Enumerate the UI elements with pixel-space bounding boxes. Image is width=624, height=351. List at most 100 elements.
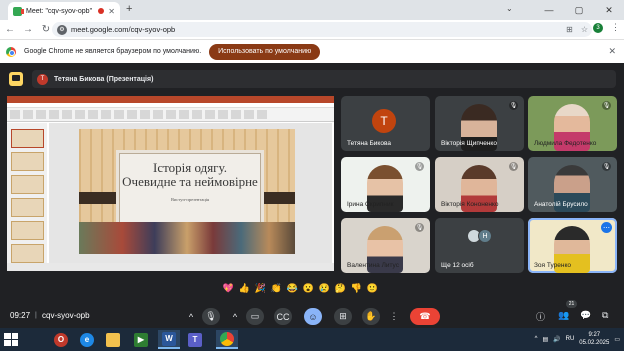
default-browser-infobar: Google Chrome не является браузером по у… <box>0 39 624 63</box>
people-icon[interactable]: 👥 <box>558 310 569 321</box>
more-options-icon[interactable]: ⋮ <box>388 308 400 325</box>
taskbar-word[interactable]: W <box>158 330 180 349</box>
reaction-clap-button[interactable]: 👏 <box>270 282 283 295</box>
infobar-text: Google Chrome не является браузером по у… <box>24 48 202 55</box>
raise-hand-icon[interactable]: ✋ <box>362 308 380 325</box>
more-participants-label: Ще 12 осіб <box>441 262 474 269</box>
participant-tile[interactable]: 🎙 Анатолій Брусило <box>528 157 617 212</box>
slide-canvas: Історія одягу. Очевидне та неймовірне Ви… <box>49 123 332 263</box>
forward-icon[interactable]: → <box>20 22 36 38</box>
audio-options-chevron-icon[interactable]: ^ <box>184 308 198 325</box>
set-default-button[interactable]: Использовать по умолчанию <box>209 43 321 60</box>
bookmark-star-icon[interactable]: ☆ <box>581 25 588 34</box>
reaction-thumbs-up-button[interactable]: 👍 <box>238 282 251 295</box>
participant-tile[interactable]: ⋯ Зоя Туренко <box>528 218 617 273</box>
browser-toolbar: ← → ↻ ⚙ meet.google.com/cqv-syov-opb ⊞ ☆ <box>0 20 624 39</box>
muted-mic-icon: 🎙 <box>509 101 518 110</box>
participant-tile[interactable]: Т Тетяна Бикова <box>341 96 430 151</box>
activities-icon[interactable]: ⧉ <box>602 310 608 321</box>
reaction-heart-button[interactable]: 💖 <box>222 282 235 295</box>
leave-call-button[interactable]: ☎ <box>410 308 440 325</box>
participant-tile[interactable]: 🎙 Вікторія Кононенко <box>435 157 524 212</box>
reaction-party-button[interactable]: 🎉 <box>254 282 267 295</box>
presenter-avatar: Т <box>37 73 48 85</box>
new-tab-button[interactable]: + <box>126 3 132 15</box>
translate-icon[interactable]: ⊞ <box>566 25 573 34</box>
tray-date: 05.02.2025 <box>579 340 610 346</box>
reaction-laugh-button[interactable]: 😂 <box>286 282 299 295</box>
present-now-icon[interactable]: ⊞ <box>334 308 352 325</box>
maximize-button[interactable]: ▢ <box>564 0 594 20</box>
browser-menu-icon[interactable]: ⋮ <box>611 22 620 33</box>
captions-icon[interactable]: CC <box>274 308 292 325</box>
windows-start-icon[interactable] <box>4 333 18 346</box>
notifications-icon[interactable]: ▭ <box>614 336 620 343</box>
people-count-badge: 21 <box>566 300 577 308</box>
url-text: meet.google.com/cqv-syov-opb <box>71 25 176 34</box>
participant-name: Вікторія Кононенко <box>441 201 499 208</box>
shared-screen[interactable]: Історія одягу. Очевидне та неймовірне Ви… <box>7 96 334 271</box>
taskbar-chrome[interactable] <box>216 330 238 349</box>
tray-clock[interactable]: 9:27 05.02.2025 <box>579 331 609 347</box>
reaction-sad-button[interactable]: 😢 <box>318 282 331 295</box>
emoji-reactions-icon[interactable]: ☺ <box>304 308 322 325</box>
address-bar[interactable]: ⚙ meet.google.com/cqv-syov-opb ⊞ ☆ <box>52 22 592 37</box>
reaction-skin-tone-button[interactable]: 🙂 <box>366 282 379 295</box>
slide-thumbnail <box>11 244 44 263</box>
participant-tile[interactable]: 🎙 Людмила Федотенко <box>528 96 617 151</box>
tab-search-icon[interactable]: ⌄ <box>506 4 513 13</box>
back-icon[interactable]: ← <box>2 22 18 38</box>
chat-icon[interactable]: 💬 <box>580 310 591 321</box>
internet-explorer-icon: e <box>80 332 94 347</box>
tab-title: Meet: "cqv-syov-opb" <box>26 7 93 15</box>
language-indicator[interactable]: RU <box>566 336 575 342</box>
taskbar-explorer[interactable] <box>102 330 124 349</box>
slide-thumbnail <box>11 152 44 171</box>
meet-stage: Т Тетяна Бикова (Презентація) Історія од… <box>0 63 624 306</box>
tab-close-icon[interactable]: ✕ <box>108 7 115 16</box>
participant-tile[interactable]: 🎙 Ірина Скрипник <box>341 157 430 212</box>
presentation-icon[interactable] <box>9 72 23 86</box>
tab-meet[interactable]: Meet: "cqv-syov-opb" ✕ <box>8 2 120 20</box>
slide-thumbnail <box>11 198 44 217</box>
muted-mic-icon: 🎙 <box>415 162 424 171</box>
opera-icon: O <box>54 332 68 347</box>
network-icon[interactable]: ▤ <box>542 336 548 343</box>
infobar-close-icon[interactable]: ✕ <box>608 46 616 57</box>
participant-tile[interactable]: Н Ще 12 осіб <box>435 218 524 273</box>
windows-taskbar: O e ▶ W T ^ ▤ 🔊 RU 9:27 05.02.2025 ▭ <box>0 328 624 351</box>
participant-tile[interactable]: 🎙 Вікторія Щипченко <box>435 96 524 151</box>
participant-avatar: Н <box>478 229 492 243</box>
more-options-icon[interactable]: ⋯ <box>601 222 612 233</box>
minimize-button[interactable]: — <box>534 0 564 20</box>
reaction-thinking-button[interactable]: 🤔 <box>334 282 347 295</box>
taskbar-media[interactable]: ▶ <box>130 330 152 349</box>
presenter-label: Тетяна Бикова (Презентація) <box>54 75 154 83</box>
participant-name: Вікторія Щипченко <box>441 140 497 147</box>
participant-tile[interactable]: 🎙 Валентина Литус <box>341 218 430 273</box>
profile-avatar[interactable]: 3 <box>593 22 603 33</box>
slide-thumbnail <box>11 221 44 240</box>
separator: | <box>35 312 37 319</box>
close-window-button[interactable]: ✕ <box>594 0 624 20</box>
mic-icon[interactable]: 🎙 <box>202 308 220 325</box>
camera-icon[interactable]: ▭ <box>246 308 264 325</box>
reaction-surprised-button[interactable]: 😮 <box>302 282 315 295</box>
participant-name: Анатолій Брусило <box>534 201 588 208</box>
meeting-clock: 09:27 <box>10 311 31 320</box>
taskbar-opera[interactable]: O <box>50 330 72 349</box>
taskbar-ie[interactable]: e <box>76 330 98 349</box>
slide-title: Історія одягу. Очевидне та неймовірне <box>120 161 260 189</box>
volume-icon[interactable]: 🔊 <box>553 336 560 343</box>
screen: Meet: "cqv-syov-opb" ✕ + ⌄ — ▢ ✕ ← → ↻ ⚙… <box>0 0 624 351</box>
meeting-info-icon[interactable]: ⓘ <box>536 310 545 323</box>
video-options-chevron-icon[interactable]: ^ <box>228 308 242 325</box>
participant-name: Валентина Литус <box>347 262 399 269</box>
reaction-thumbs-down-button[interactable]: 👎 <box>350 282 363 295</box>
site-info-icon[interactable]: ⚙ <box>57 24 67 35</box>
tray-arrow-icon[interactable]: ^ <box>535 336 538 342</box>
meeting-code: cqv-syov-opb <box>42 311 90 320</box>
slide-title-line-1: Історія одягу. <box>153 160 227 175</box>
recording-dot-icon <box>98 8 105 14</box>
taskbar-teams[interactable]: T <box>184 330 206 349</box>
